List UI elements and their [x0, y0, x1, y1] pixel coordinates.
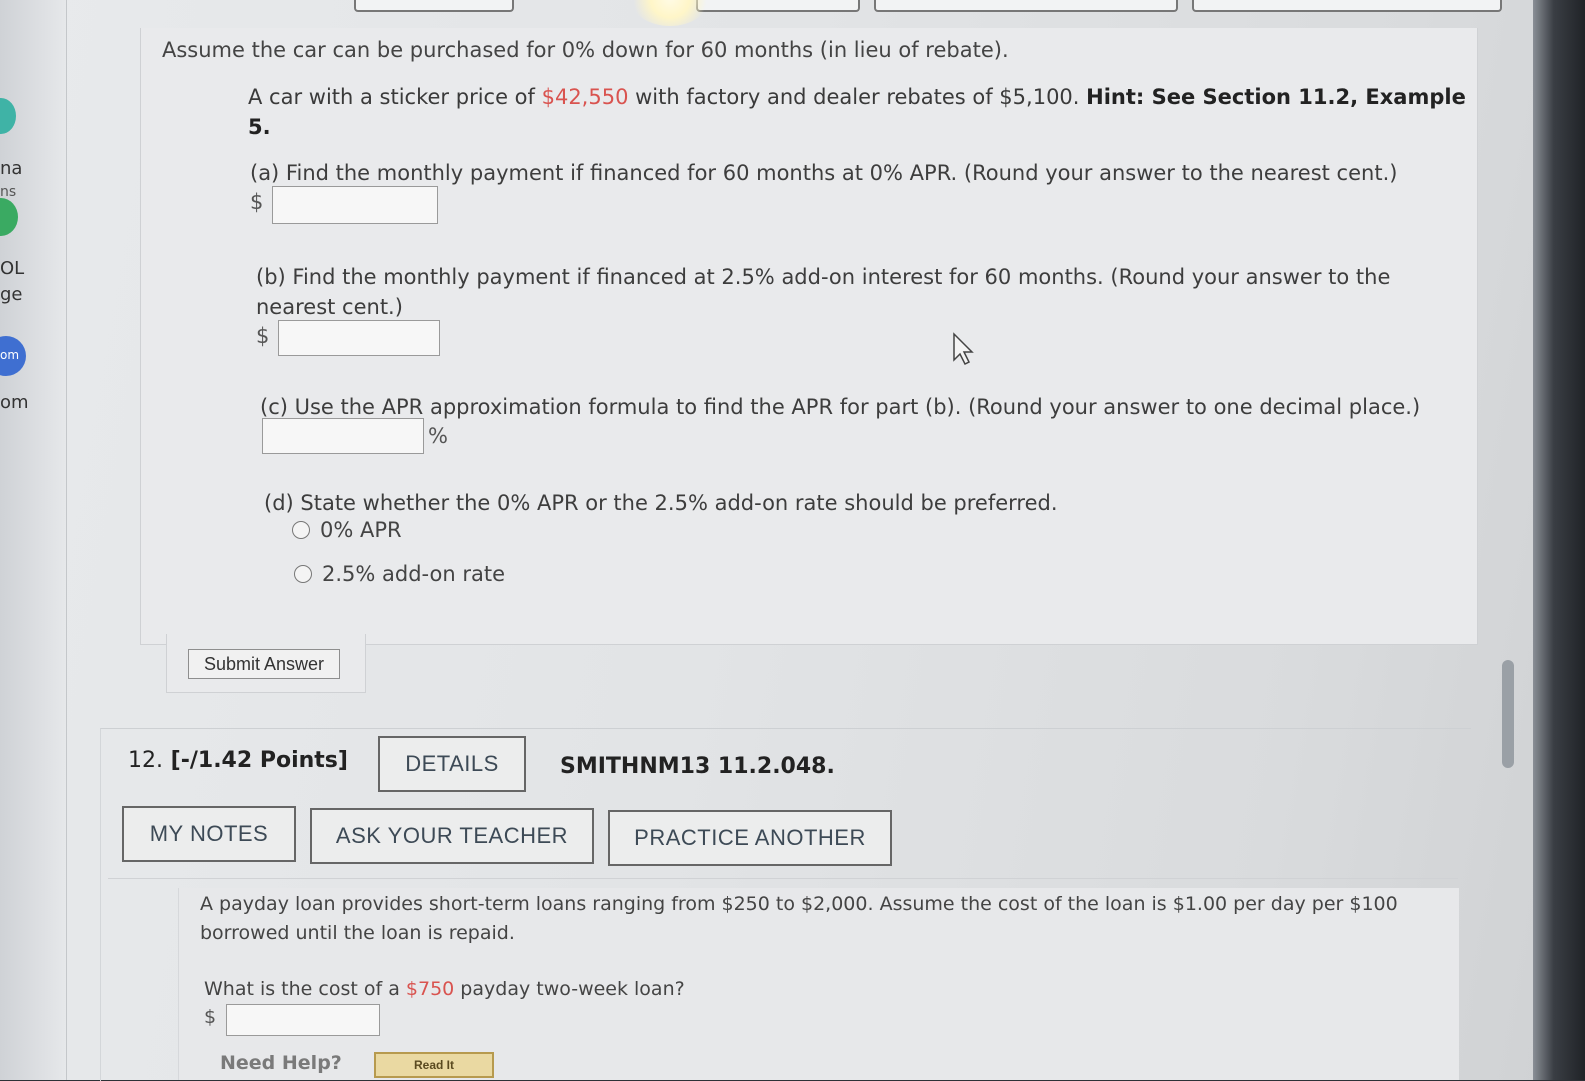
top-tab[interactable]: [1192, 0, 1502, 12]
scrollbar-thumb[interactable]: [1502, 660, 1514, 768]
sidebar-avatar-icon[interactable]: [0, 198, 18, 236]
sidebar-label: na: [0, 158, 23, 179]
dollar-sign: $: [256, 324, 270, 348]
question-points: [-/1.42 Points]: [170, 748, 348, 773]
top-tab[interactable]: [696, 0, 860, 12]
sidebar-label: ge: [0, 284, 23, 305]
top-tab[interactable]: [874, 0, 1178, 12]
prompt-prefix: What is the cost of a: [204, 978, 406, 1000]
part-b-prompt: (b) Find the monthly payment if financed…: [256, 265, 1391, 319]
option-add-on-rate[interactable]: 2.5% add-on rate: [294, 562, 505, 586]
sidebar-label: OL: [0, 258, 25, 279]
payday-loan-answer-input[interactable]: [226, 1004, 380, 1036]
need-help-label: Need Help?: [220, 1052, 342, 1074]
part-a-answer-input[interactable]: [272, 186, 438, 224]
question-text-prefix: A car with a sticker price of: [248, 85, 542, 109]
option-label: 0% APR: [320, 518, 402, 542]
browser-left-sidebar: na ns OL ge om om: [0, 0, 67, 1080]
screen-glare: [630, 0, 710, 26]
question-12-prompt: What is the cost of a $750 payday two-we…: [204, 978, 685, 1000]
dollar-sign: $: [250, 190, 264, 214]
sticker-price: $42,550: [541, 85, 629, 109]
option-label: 2.5% add-on rate: [322, 562, 506, 586]
question-12-header: 12. [-/1.42 Points]: [128, 748, 348, 773]
question-number: 12.: [128, 748, 163, 773]
top-tab[interactable]: [354, 0, 514, 12]
question-text-mid: with factory and dealer rebates of $5,10…: [628, 85, 1087, 109]
loan-amount: $750: [405, 978, 455, 1000]
top-tab-strip: [350, 0, 1510, 14]
part-b-answer-input[interactable]: [278, 320, 440, 356]
question-12-text: A payday loan provides short-term loans …: [200, 893, 1398, 944]
part-d-prompt: (d) State whether the 0% APR or the 2.5%…: [264, 491, 1058, 515]
radio-button[interactable]: [294, 565, 312, 583]
prompt-suffix: payday two-week loan?: [454, 978, 685, 1000]
submit-answer-button[interactable]: Submit Answer: [188, 649, 340, 679]
question-intro: Assume the car can be purchased for 0% d…: [162, 38, 1009, 62]
sidebar-label: om: [0, 348, 20, 362]
divider: [108, 878, 1458, 879]
sidebar-label: om: [0, 392, 29, 413]
part-c-prompt: (c) Use the APR approximation formula to…: [260, 395, 1421, 419]
sidebar-avatar-icon[interactable]: [0, 98, 16, 134]
dollar-sign: $: [204, 1006, 217, 1028]
mouse-cursor-icon: [953, 332, 974, 366]
my-notes-button[interactable]: MY NOTES: [122, 806, 296, 862]
details-button[interactable]: DETAILS: [378, 736, 526, 792]
question-text: A car with a sticker price of $42,550 wi…: [248, 82, 1478, 142]
option-0-apr[interactable]: 0% APR: [292, 518, 402, 542]
radio-button[interactable]: [292, 521, 310, 539]
practice-another-button[interactable]: PRACTICE ANOTHER: [608, 810, 892, 866]
part-a-prompt: (a) Find the monthly payment if financed…: [250, 161, 1398, 185]
monitor-bezel: [1533, 0, 1585, 1080]
question-code: SMITHNM13 11.2.048.: [560, 754, 835, 779]
read-it-button[interactable]: Read It: [374, 1052, 494, 1078]
percent-sign: %: [428, 424, 448, 448]
screen: na ns OL ge om om Assume the car can be …: [0, 0, 1585, 1081]
part-c-answer-input[interactable]: [262, 418, 424, 454]
ask-teacher-button[interactable]: ASK YOUR TEACHER: [310, 808, 594, 864]
